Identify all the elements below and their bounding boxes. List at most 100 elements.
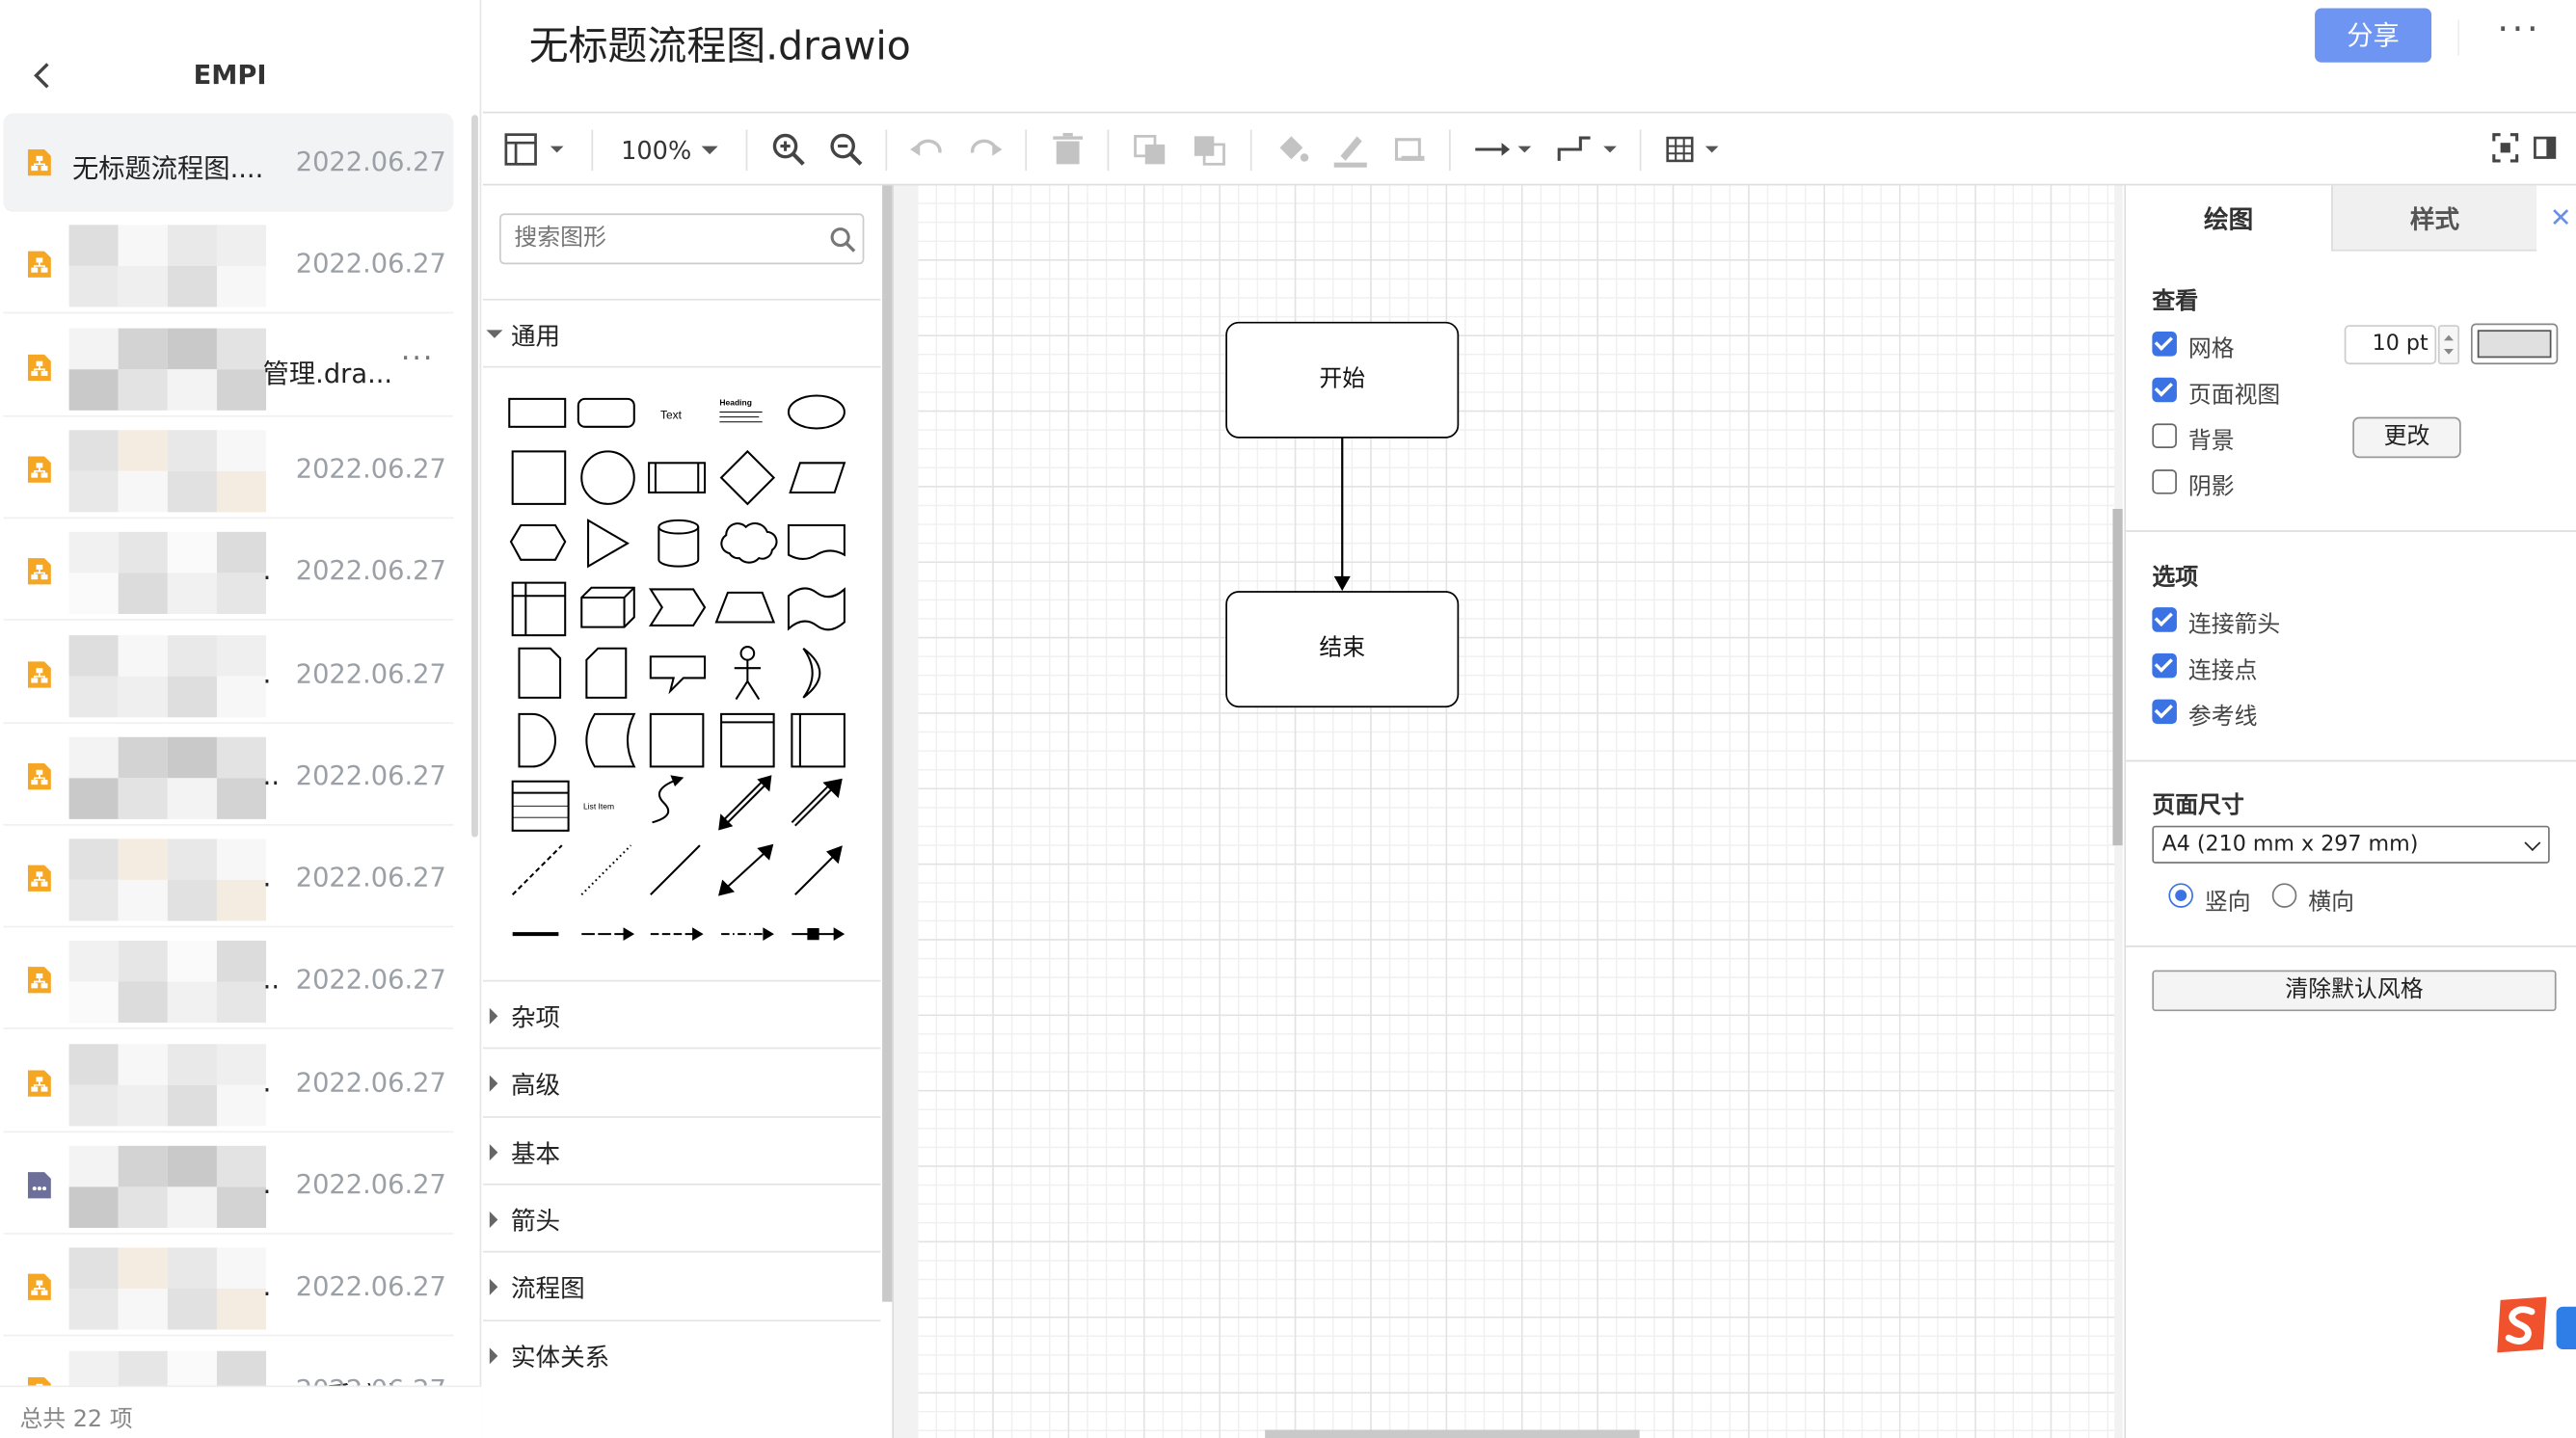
file-row[interactable]: . 2022.06.27	[3, 1238, 454, 1337]
connector-arrow-shape[interactable]	[581, 927, 635, 942]
diamond-shape[interactable]	[719, 449, 776, 506]
tape-shape[interactable]	[787, 587, 845, 631]
tab-style[interactable]: 样式	[2331, 185, 2537, 252]
zoom-level[interactable]: 100%	[621, 136, 691, 166]
more-options-button[interactable]: ···	[2497, 10, 2541, 51]
fullscreen-icon[interactable]	[2490, 130, 2520, 170]
panel-layout-icon[interactable]	[502, 130, 572, 170]
vertical-container-shape[interactable]	[791, 712, 845, 768]
share-button[interactable]: 分享	[2315, 8, 2432, 63]
line-shape[interactable]	[650, 844, 701, 895]
connector-arrow[interactable]	[1329, 437, 1355, 593]
cube-shape[interactable]	[580, 586, 635, 628]
list-shape[interactable]	[511, 780, 570, 832]
tab-diagram[interactable]: 绘图	[2126, 185, 2332, 252]
page-view-checkbox[interactable]	[2152, 377, 2177, 403]
trapezoid-shape[interactable]	[714, 591, 776, 624]
input-method-toolbar[interactable]	[2556, 1306, 2576, 1350]
redo-icon[interactable]	[966, 130, 1006, 170]
file-row[interactable]: 无标题流程图.... 2022.06.27	[3, 113, 454, 212]
file-row[interactable]: 2022.06.27	[3, 216, 454, 314]
fill-color-icon[interactable]	[1274, 130, 1309, 170]
shape-category[interactable]: 箭头	[483, 1183, 881, 1251]
guides-checkbox[interactable]	[2152, 699, 2177, 725]
table-icon[interactable]	[1663, 130, 1729, 170]
internal-storage-shape[interactable]	[511, 581, 567, 637]
file-row[interactable]: . 2022.06.27	[3, 1136, 454, 1235]
zoom-in-icon[interactable]	[770, 130, 806, 170]
flowchart-node-start[interactable]: 开始	[1225, 321, 1460, 439]
step-shape[interactable]	[648, 588, 707, 626]
shape-category[interactable]: 流程图	[483, 1251, 881, 1318]
parallelogram-shape[interactable]	[789, 462, 846, 493]
zoom-out-icon[interactable]	[828, 130, 864, 170]
list-item-shape[interactable]: List Item	[583, 802, 614, 812]
text-shape[interactable]: Text	[660, 408, 683, 421]
to-back-icon[interactable]	[1191, 130, 1226, 170]
stored-data-shape[interactable]	[585, 712, 636, 768]
connection-points-checkbox[interactable]	[2152, 652, 2177, 679]
back-arrow-icon[interactable]	[26, 59, 59, 92]
canvas-horizontal-scrollbar[interactable]	[1265, 1429, 1640, 1438]
file-row[interactable]: 管理.dra... ···	[3, 318, 454, 416]
hexagon-shape[interactable]	[509, 524, 567, 561]
dashed-line-shape[interactable]	[511, 844, 563, 895]
bidirectional-arrow-shape[interactable]	[718, 775, 772, 831]
file-row[interactable]: . 2022.06.27	[3, 625, 454, 724]
actor-shape[interactable]	[734, 646, 761, 701]
grid-color-picker[interactable]	[2470, 323, 2559, 365]
file-row[interactable]: . 2022.06.27	[3, 1033, 454, 1132]
shape-category[interactable]: 实体关系	[483, 1318, 881, 1387]
connection-style-icon[interactable]	[1472, 130, 1538, 170]
file-row[interactable]: . 2022.06.27	[3, 829, 454, 928]
undo-icon[interactable]	[907, 130, 947, 170]
shape-category[interactable]: 基本	[483, 1115, 881, 1183]
shadow-checkbox[interactable]	[2152, 469, 2177, 494]
change-background-button[interactable]: 更改	[2352, 416, 2461, 459]
arrow-shape[interactable]	[791, 778, 843, 827]
sidebar-scrollbar[interactable]	[471, 115, 478, 838]
process-shape[interactable]	[648, 462, 707, 493]
landscape-radio[interactable]	[2271, 883, 2297, 908]
delete-icon[interactable]	[1050, 130, 1086, 170]
canvas-page[interactable]: 开始 结束	[918, 185, 2115, 1438]
grid-size-stepper[interactable]	[2437, 325, 2460, 365]
curve-shape[interactable]	[652, 775, 684, 824]
clear-default-style-button[interactable]: 清除默认风格	[2152, 970, 2557, 1012]
file-more-button[interactable]: ···	[401, 341, 434, 376]
shape-category[interactable]: 高级	[483, 1048, 881, 1115]
shape-category[interactable]: 杂项	[483, 979, 881, 1048]
circle-shape[interactable]	[580, 450, 635, 505]
connection-arrows-checkbox[interactable]	[2152, 607, 2177, 632]
triangle-shape[interactable]	[587, 519, 630, 569]
square-shape[interactable]	[511, 450, 567, 505]
document-shape[interactable]	[787, 524, 845, 560]
grid-size-input[interactable]: 10 pt	[2344, 325, 2437, 365]
document-title[interactable]: 无标题流程图.drawio	[529, 13, 911, 71]
category-general[interactable]: 通用	[483, 298, 881, 366]
line-color-icon[interactable]	[1332, 130, 1368, 170]
search-icon[interactable]	[828, 225, 858, 254]
dashed-arrow-shape[interactable]	[650, 927, 704, 942]
bidirectional-connector-shape[interactable]	[717, 843, 774, 896]
heading-shape[interactable]: Heading	[719, 398, 763, 423]
background-checkbox[interactable]	[2152, 423, 2177, 448]
note-shape[interactable]	[518, 647, 562, 699]
file-row[interactable]: . 2022.06.27	[3, 522, 454, 622]
page-size-select[interactable]: A4 (210 mm x 297 mm)	[2152, 825, 2550, 864]
card-shape[interactable]	[585, 647, 628, 699]
input-method-logo-icon[interactable]	[2490, 1293, 2553, 1356]
dotted-arrow-shape[interactable]	[721, 927, 774, 942]
canvas-vertical-scrollbar[interactable]	[2112, 508, 2123, 846]
shapes-panel-scrollbar[interactable]	[882, 185, 893, 1302]
callout-shape[interactable]	[649, 655, 707, 695]
grid-checkbox[interactable]	[2152, 332, 2177, 357]
ellipse-shape[interactable]	[787, 394, 845, 430]
delay-shape[interactable]	[518, 712, 557, 768]
to-front-icon[interactable]	[1132, 130, 1167, 170]
cylinder-shape[interactable]	[657, 519, 700, 568]
swimlane-shape[interactable]	[720, 712, 775, 768]
labeled-connector-shape[interactable]	[792, 927, 845, 942]
format-panel-toggle-icon[interactable]	[2530, 130, 2560, 170]
portrait-radio[interactable]	[2168, 883, 2193, 908]
